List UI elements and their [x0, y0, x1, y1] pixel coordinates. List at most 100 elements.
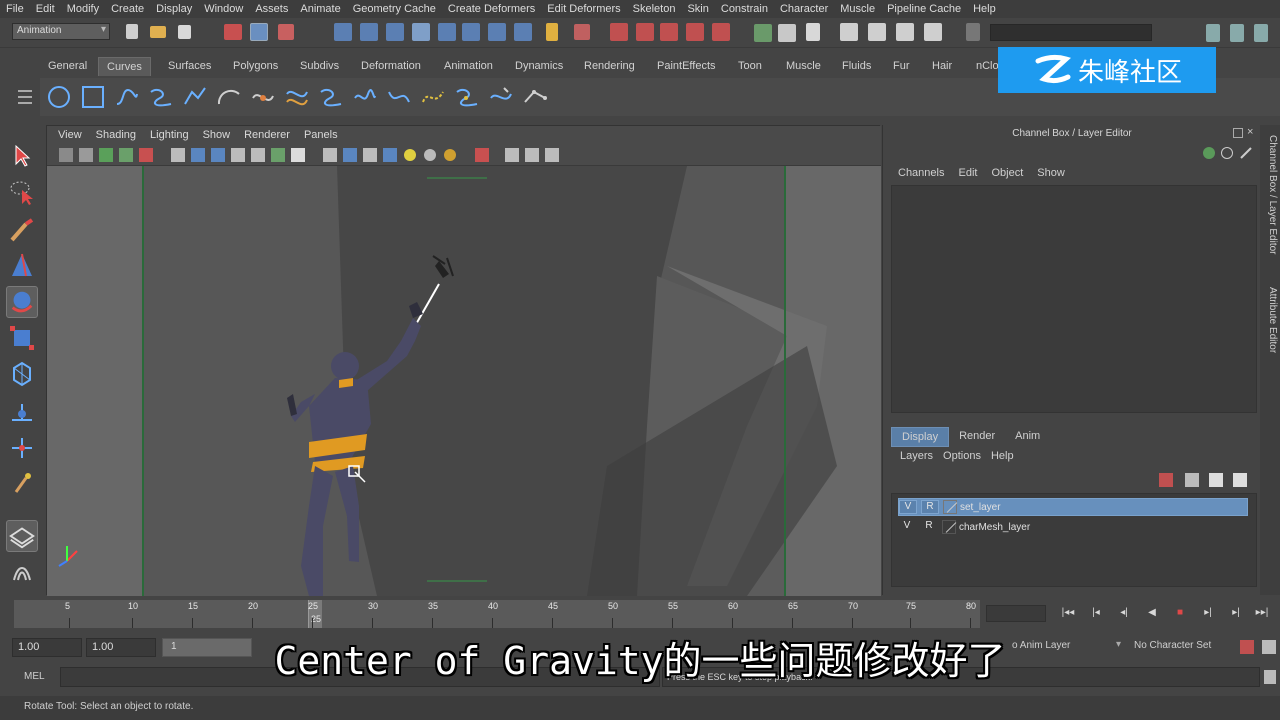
- safe-title-icon[interactable]: [291, 148, 305, 162]
- cut-curve-icon[interactable]: [488, 84, 514, 110]
- new-scene-icon[interactable]: [126, 24, 138, 39]
- grease-pencil-icon[interactable]: [139, 148, 153, 162]
- snap-grid-icon[interactable]: [334, 23, 352, 41]
- attribute-editor-toggle-icon[interactable]: [840, 23, 858, 41]
- save-scene-icon[interactable]: [178, 25, 191, 39]
- history-icon[interactable]: [462, 23, 480, 41]
- ep-curve-icon[interactable]: [148, 84, 174, 110]
- go-to-end-button[interactable]: ▸▸|: [1254, 607, 1270, 621]
- side-tab-attribute-editor[interactable]: Attribute Editor: [1262, 287, 1278, 353]
- layer-tab-display[interactable]: Display: [891, 427, 950, 447]
- menu-character[interactable]: Character: [774, 3, 834, 15]
- layout-four-icon[interactable]: [1230, 24, 1244, 42]
- all-lights-icon[interactable]: [424, 149, 436, 161]
- go-to-start-button[interactable]: |◂◂: [1060, 607, 1076, 621]
- shelf-tab-rendering[interactable]: Rendering: [576, 57, 643, 76]
- render-frame-icon[interactable]: [610, 23, 628, 41]
- snap-surface-icon[interactable]: [412, 23, 430, 41]
- float-panel-icon[interactable]: [1233, 128, 1243, 138]
- shelf-tab-toon[interactable]: Toon: [730, 57, 770, 76]
- isolate-select-icon[interactable]: [475, 148, 489, 162]
- panel-menu-renderer[interactable]: Renderer: [237, 129, 297, 141]
- time-slider-track[interactable]: 5 10 15 20 25 30 35 40 45 50 55 60 65 70…: [14, 600, 980, 628]
- snap-point-icon[interactable]: [386, 23, 404, 41]
- play-backwards-button[interactable]: ◀: [1144, 607, 1160, 621]
- current-time-field[interactable]: [986, 605, 1046, 622]
- paint-select-tool-icon[interactable]: [6, 214, 38, 246]
- camera-attributes-icon[interactable]: [59, 148, 73, 162]
- playback-start-field[interactable]: 1.00: [86, 638, 156, 657]
- layer-menu-layers[interactable]: Layers: [895, 450, 938, 462]
- channel-box-toggle-icon[interactable]: [896, 23, 914, 41]
- select-object-icon[interactable]: [250, 23, 268, 41]
- snap-curve-icon[interactable]: [360, 23, 378, 41]
- shelf-menu-icon[interactable]: [16, 86, 34, 108]
- render-settings-icon[interactable]: [660, 23, 678, 41]
- shelf-tab-deformation[interactable]: Deformation: [353, 57, 429, 76]
- scale-tool-icon[interactable]: [6, 322, 38, 354]
- soft-mod-icon[interactable]: [6, 396, 38, 428]
- channel-box-mode-icon[interactable]: [1203, 147, 1215, 159]
- ipr-render-icon[interactable]: [636, 23, 654, 41]
- select-tool-icon[interactable]: [6, 140, 38, 172]
- menu-modify[interactable]: Modify: [61, 3, 105, 15]
- layer-menu-options[interactable]: Options: [938, 450, 986, 462]
- auto-key-icon[interactable]: [1240, 640, 1254, 654]
- circle-curve-icon[interactable]: [46, 84, 72, 110]
- help-query-icon[interactable]: [514, 23, 532, 41]
- last-tool-icon[interactable]: [6, 468, 38, 500]
- layer-visibility-toggle[interactable]: V: [898, 520, 916, 534]
- shelf-tab-dynamics[interactable]: Dynamics: [507, 57, 571, 76]
- shelf-tab-fluids[interactable]: Fluids: [834, 57, 879, 76]
- lasso-tool-icon[interactable]: [6, 176, 38, 208]
- layer-reference-toggle[interactable]: R: [921, 500, 939, 514]
- textured-icon[interactable]: [383, 148, 397, 162]
- stop-button[interactable]: ■: [1172, 607, 1188, 621]
- input-ops-icon[interactable]: [488, 23, 506, 41]
- layout-single-pane-icon[interactable]: [6, 520, 38, 552]
- lock-icon[interactable]: [546, 23, 558, 41]
- menu-help[interactable]: Help: [967, 3, 1002, 15]
- start-time-field[interactable]: 1.00: [12, 638, 82, 657]
- mel-input[interactable]: [60, 667, 660, 687]
- resolution-gate-icon[interactable]: [211, 148, 225, 162]
- layout-outliner-icon[interactable]: [1254, 24, 1268, 42]
- menu-muscle[interactable]: Muscle: [834, 3, 881, 15]
- extend-curve-icon[interactable]: [386, 84, 412, 110]
- menu-edit[interactable]: Edit: [30, 3, 61, 15]
- shelf-tab-subdivs[interactable]: Subdivs: [292, 57, 347, 76]
- layer-color-swatch[interactable]: [942, 520, 956, 534]
- shelf-tab-hair[interactable]: Hair: [924, 57, 960, 76]
- rebuild-curve-icon[interactable]: [250, 84, 276, 110]
- fillet-curve-icon[interactable]: [318, 84, 344, 110]
- smooth-shade-icon[interactable]: [343, 148, 357, 162]
- menu-geometry-cache[interactable]: Geometry Cache: [347, 3, 442, 15]
- shelf-tab-fur[interactable]: Fur: [885, 57, 918, 76]
- menu-constrain[interactable]: Constrain: [715, 3, 774, 15]
- grid-toggle-icon[interactable]: [171, 148, 185, 162]
- new-layer-selected-icon[interactable]: [1233, 473, 1247, 487]
- two-d-pan-icon[interactable]: [119, 148, 133, 162]
- preferences-icon[interactable]: [1262, 640, 1276, 654]
- cv-curve-icon[interactable]: [114, 84, 140, 110]
- menu-set-dropdown[interactable]: Animation: [12, 23, 110, 40]
- panel-menu-lighting[interactable]: Lighting: [143, 129, 196, 141]
- layer-tab-anim[interactable]: Anim: [1005, 427, 1050, 447]
- shelf-tab-muscle[interactable]: Muscle: [778, 57, 829, 76]
- universal-manip-icon[interactable]: [6, 358, 38, 390]
- move-layer-up-icon[interactable]: [1159, 473, 1173, 487]
- outliner-layout-icon[interactable]: [6, 556, 38, 588]
- move-tool-icon[interactable]: [6, 250, 38, 282]
- layout-single-icon[interactable]: [1206, 24, 1220, 42]
- quick-select-icon[interactable]: [966, 23, 980, 41]
- side-tab-channel-box[interactable]: Channel Box / Layer Editor: [1262, 135, 1278, 255]
- step-forward-frame-button[interactable]: ▸|: [1200, 607, 1216, 621]
- offset-curve-icon[interactable]: [284, 84, 310, 110]
- character-set-dropdown[interactable]: No Character Set: [1134, 640, 1211, 651]
- hypershade-icon[interactable]: [686, 23, 704, 41]
- menu-skeleton[interactable]: Skeleton: [627, 3, 682, 15]
- channel-list-area[interactable]: [891, 185, 1257, 413]
- menu-file[interactable]: File: [0, 3, 30, 15]
- step-forward-key-button[interactable]: ▸|: [1228, 607, 1244, 621]
- wireframe-icon[interactable]: [323, 148, 337, 162]
